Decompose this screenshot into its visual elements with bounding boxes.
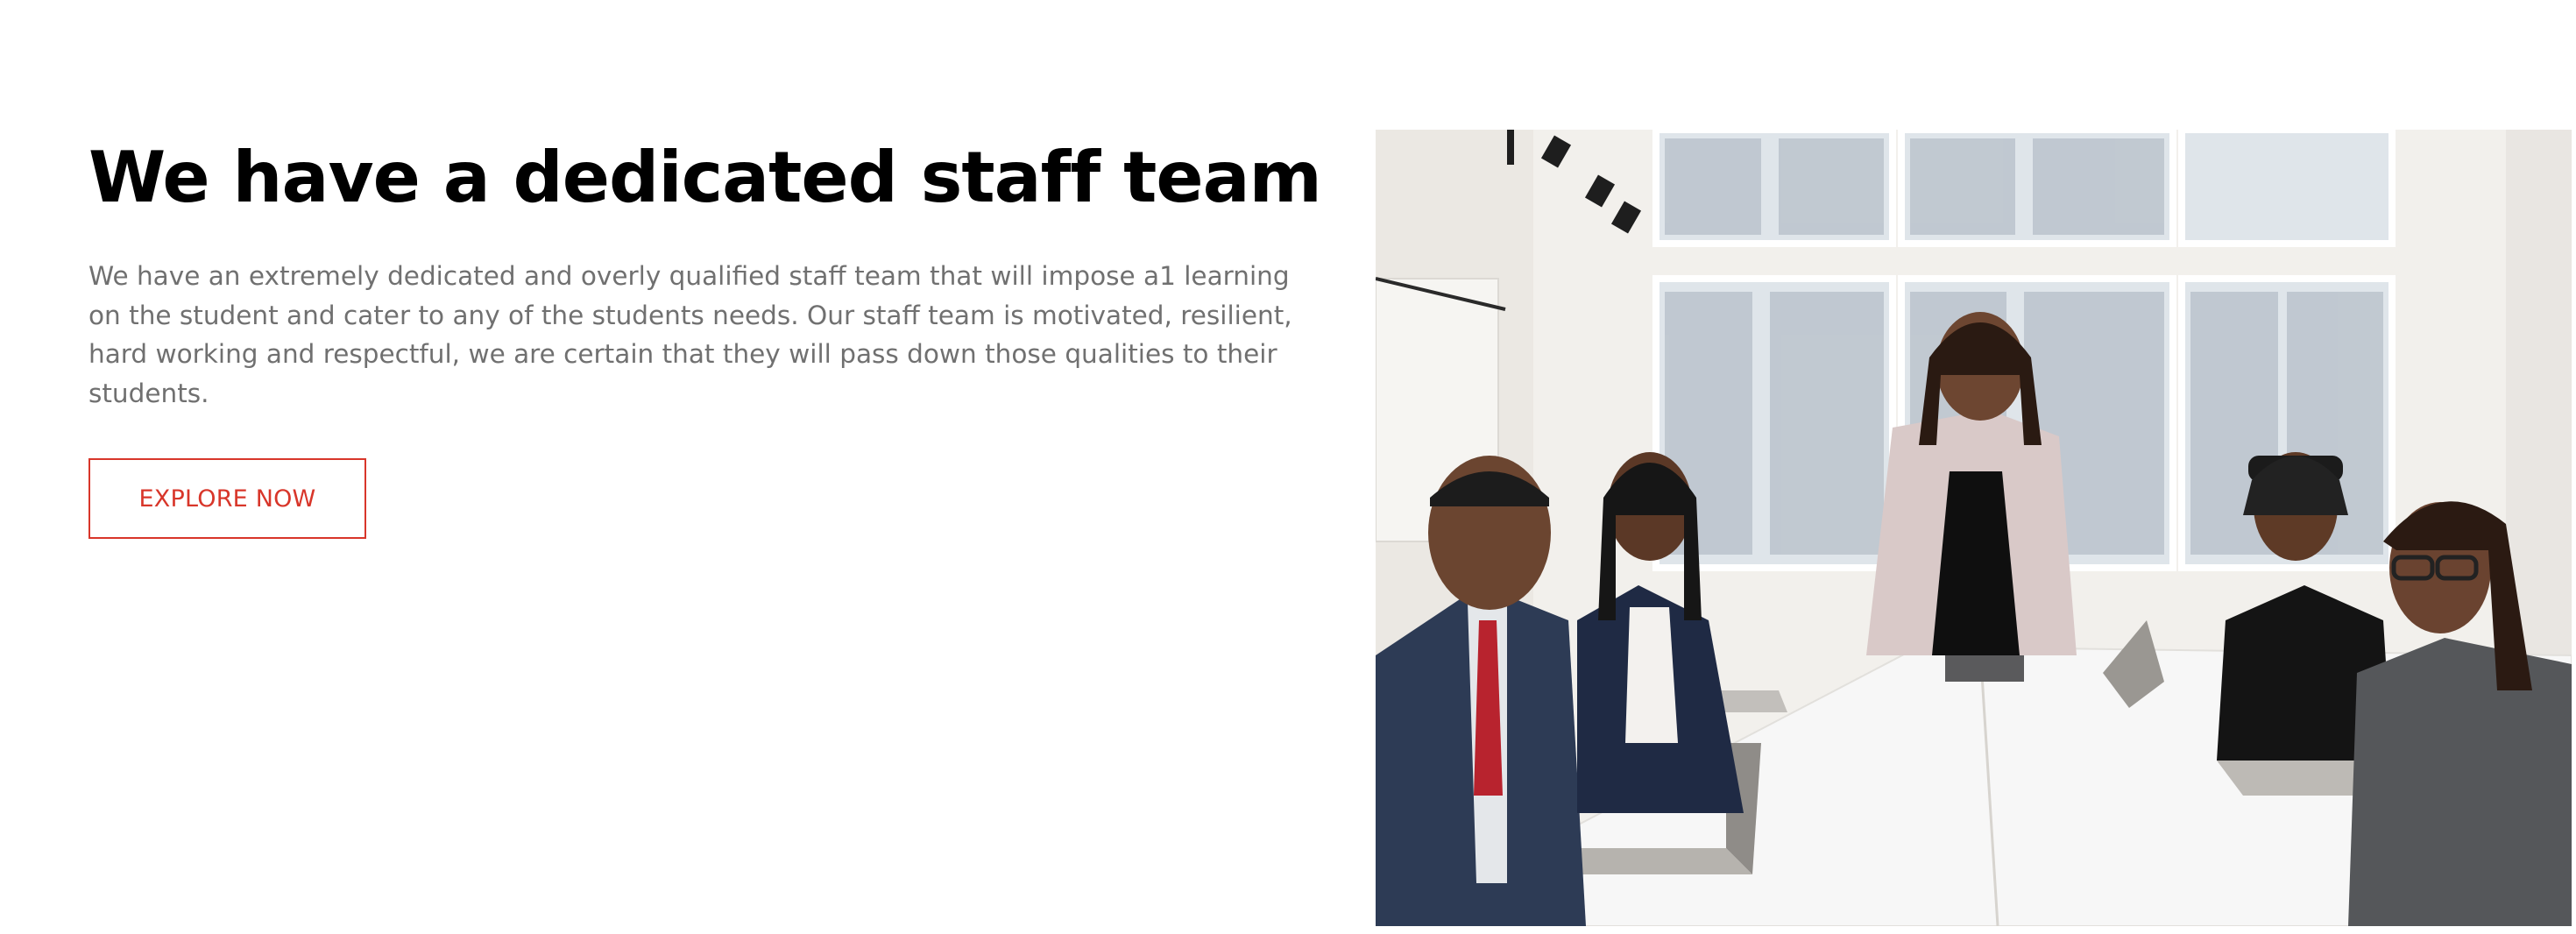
explore-now-button[interactable]: EXPLORE NOW: [88, 458, 366, 539]
section-description: We have an extremely dedicated and overl…: [88, 261, 1292, 408]
section-heading: We have a dedicated staff team: [88, 137, 1322, 218]
staff-team-text-column: We have a dedicated staff team We have a…: [88, 131, 1322, 539]
staff-team-section: We have a dedicated staff team We have a…: [0, 0, 2576, 934]
team-meeting-photo: [1376, 130, 2572, 926]
